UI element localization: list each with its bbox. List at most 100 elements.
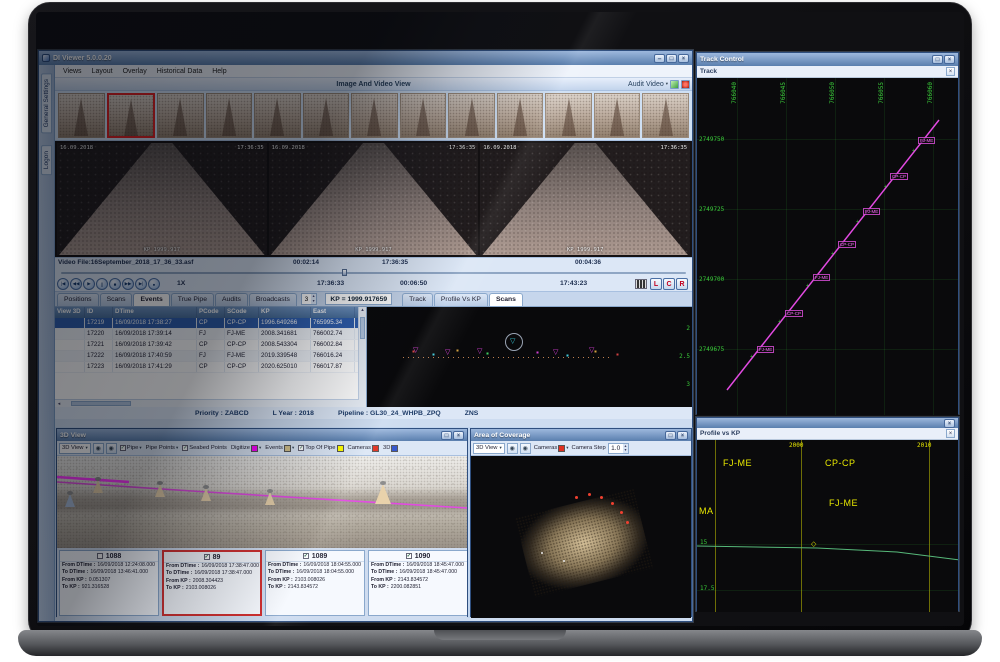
record-button[interactable]: ● — [148, 278, 160, 290]
event-cone-marker[interactable] — [155, 484, 165, 497]
film-thumbnail-selected[interactable] — [107, 93, 156, 138]
toggle-pipe[interactable]: ✓ Pipe ▾ — [119, 445, 143, 451]
toggle-cameras[interactable]: Cameras ▾ — [533, 445, 570, 452]
film-thumbnail[interactable] — [303, 93, 350, 138]
toggle-3d[interactable]: 3D — [382, 445, 399, 452]
maximize-button[interactable]: □ — [666, 54, 677, 63]
event-cone-marker[interactable] — [375, 484, 391, 504]
menu-historical-data[interactable]: Historical Data — [152, 68, 208, 75]
tab-profile-vs-kp[interactable]: Profile Vs KP — [434, 293, 488, 306]
toggle-events[interactable]: Events ▾ — [264, 445, 295, 452]
toggle-pipe-points[interactable]: Pipe Points ▾ — [145, 445, 180, 451]
close-button[interactable]: × — [453, 431, 464, 440]
maximize-button[interactable]: □ — [665, 431, 676, 440]
col-id[interactable]: ID — [85, 307, 113, 318]
spin-down-icon[interactable]: ▼ — [312, 299, 315, 304]
top-of-pipe-swatch[interactable] — [337, 445, 344, 452]
scroll-thumb[interactable] — [71, 401, 131, 406]
event-cone-marker[interactable] — [265, 492, 275, 505]
eye-icon[interactable]: ◉ — [106, 443, 117, 454]
seek-track[interactable] — [61, 272, 686, 274]
film-icon[interactable] — [635, 279, 647, 289]
fast-forward-button[interactable]: ▶▶ — [122, 278, 134, 290]
view-selector[interactable]: 3D View ▾ — [59, 443, 91, 454]
tab-track[interactable]: Track — [402, 293, 433, 306]
play-button[interactable]: ▶ — [83, 278, 95, 290]
threed-swatch[interactable] — [391, 445, 398, 452]
eye-icon[interactable]: ◉ — [93, 443, 104, 454]
event-cone-marker[interactable] — [65, 494, 75, 507]
tab-events[interactable]: Events — [133, 293, 169, 306]
col-east[interactable]: East — [311, 307, 355, 318]
maximize-button[interactable]: □ — [441, 431, 452, 440]
checkbox-checked-icon[interactable]: ✓ — [303, 553, 309, 559]
event-cone-marker[interactable] — [201, 488, 211, 501]
film-thumbnail[interactable] — [351, 93, 398, 138]
menu-views[interactable]: Views — [58, 68, 87, 75]
events-spinner[interactable]: 3 ▲ ▼ — [301, 293, 317, 305]
event-card[interactable]: ✓ 1089 From DTime :16/09/2018 18:04:55.0… — [265, 550, 365, 616]
scan-view[interactable]: 2 2.5 3 ▽ ▽ ▽ ▽ ▽ ▽ — [367, 307, 692, 407]
dock-tab-logon[interactable]: Logon — [41, 145, 52, 175]
events-swatch[interactable] — [284, 445, 291, 452]
audio-left-button[interactable]: L — [650, 278, 662, 290]
col-dtime[interactable]: DTime — [113, 307, 197, 318]
profile-chart[interactable]: 2000 2010 15 17.5 FJ-ME CP-CP FJ-ME MA ◇ — [697, 440, 958, 612]
film-thumbnail[interactable] — [497, 93, 544, 138]
audio-center-button[interactable]: C — [663, 278, 675, 290]
seek-thumb[interactable] — [342, 269, 347, 276]
checkbox-checked-icon[interactable]: ✓ — [204, 554, 210, 560]
video-frame-right[interactable]: 16.09.2018 17:36:35 KP 1999.917 — [480, 143, 690, 255]
table-row[interactable]: 17220 16/09/2018 17:39:14 FJ FJ-ME 2008.… — [55, 329, 359, 340]
table-row-selected[interactable]: 17219 16/09/2018 17:38:27 CP CP-CP 1996.… — [55, 318, 359, 329]
maximize-button[interactable]: □ — [932, 55, 943, 64]
event-card[interactable]: 1088 From DTime :16/09/2018 12:24:08.000… — [59, 550, 159, 616]
col-scode[interactable]: SCode — [225, 307, 259, 318]
view-selector[interactable]: 3D View ▾ — [473, 443, 505, 454]
dock-tab-general-settings[interactable]: General Settings — [41, 73, 52, 133]
scroll-thumb[interactable] — [360, 317, 365, 339]
film-thumbnail[interactable] — [206, 93, 253, 138]
table-row[interactable]: 17222 16/09/2018 17:40:59 FJ FJ-ME 2019.… — [55, 351, 359, 362]
event-card[interactable]: ✓ 1090 From DTime :16/09/2018 18:45:47.0… — [368, 550, 467, 616]
scroll-left-icon[interactable]: ◂ — [55, 401, 63, 407]
vertical-scrollbar[interactable]: ▴ — [358, 307, 366, 407]
audio-right-button[interactable]: R — [676, 278, 688, 290]
checkbox-checked-icon[interactable]: ✓ — [406, 553, 412, 559]
checkbox-checked-icon[interactable]: ✓ — [120, 445, 126, 451]
tab-audits[interactable]: Audits — [215, 293, 248, 306]
col-kp[interactable]: KP — [259, 307, 311, 318]
menu-help[interactable]: Help — [207, 68, 231, 75]
tab-scans[interactable]: Scans — [100, 293, 133, 306]
col-pcode[interactable]: PCode — [197, 307, 225, 318]
close-button[interactable]: × — [944, 55, 955, 64]
tab-broadcasts[interactable]: Broadcasts — [249, 293, 297, 306]
toggle-cameras[interactable]: Cameras — [347, 445, 381, 452]
toggle-top-of-pipe[interactable]: ✓ Top Of Pipe — [297, 445, 344, 452]
stop-button[interactable]: ■ — [109, 278, 121, 290]
film-thumbnail[interactable] — [254, 93, 301, 138]
menu-layout[interactable]: Layout — [87, 68, 118, 75]
table-row[interactable]: 17223 16/09/2018 17:41:29 CP CP-CP 2020.… — [55, 362, 359, 373]
camera-step-spinner[interactable]: 1.0 ▲ ▼ — [608, 443, 629, 454]
close-button[interactable]: × — [678, 54, 689, 63]
checkbox-unchecked[interactable] — [97, 553, 103, 559]
pause-button[interactable]: || — [96, 278, 108, 290]
video-frame-left[interactable]: 16.09.2018 17:36:35 KP 1999.917 — [57, 143, 267, 255]
digitize-swatch[interactable] — [251, 445, 258, 452]
film-thumbnail[interactable] — [58, 93, 105, 138]
eye-icon[interactable]: ◉ — [507, 443, 518, 454]
tab-positions[interactable]: Positions — [57, 293, 99, 306]
film-thumbnail[interactable] — [448, 93, 495, 138]
coverage-viewport[interactable] — [471, 456, 691, 618]
tab-true-pipe[interactable]: True Pipe — [171, 293, 214, 306]
cameras-swatch[interactable] — [372, 445, 379, 452]
horizontal-scrollbar[interactable]: ◂ — [55, 399, 359, 407]
close-button[interactable]: × — [944, 419, 955, 428]
spin-down-icon[interactable]: ▼ — [624, 448, 627, 453]
video-icon[interactable] — [670, 80, 679, 89]
checkbox-checked-icon[interactable]: ✓ — [182, 445, 188, 451]
cameras-swatch[interactable] — [558, 445, 565, 452]
film-thumbnail[interactable] — [400, 93, 447, 138]
close-button[interactable]: × — [677, 431, 688, 440]
